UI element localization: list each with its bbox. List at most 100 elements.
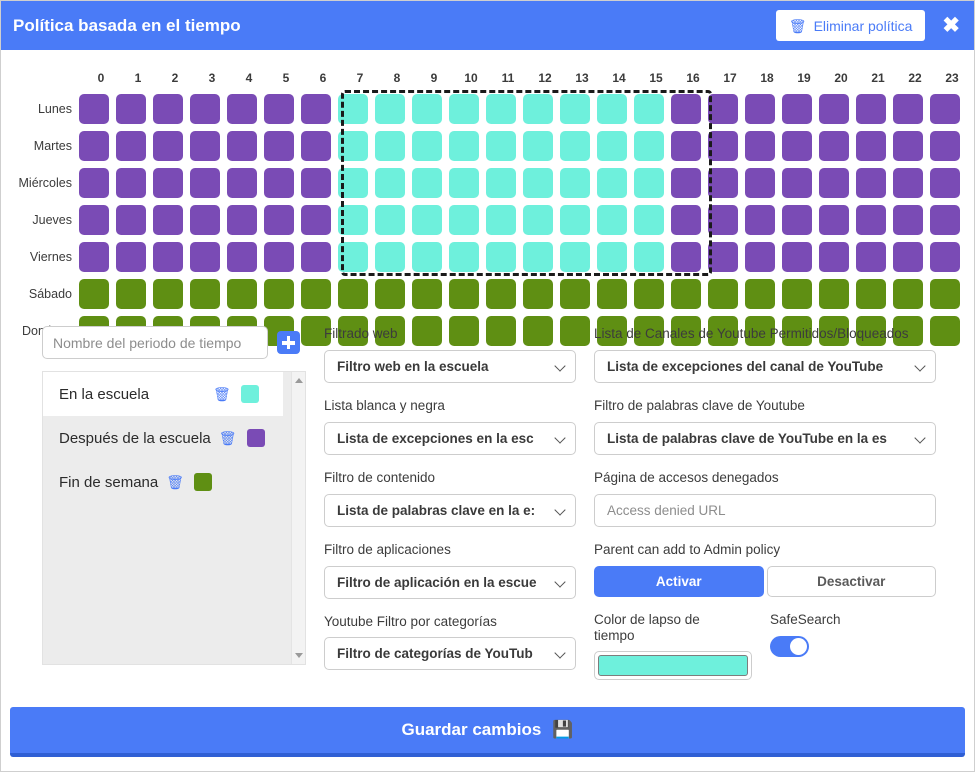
schedule-cell[interactable] (449, 131, 479, 161)
schedule-cell[interactable] (708, 242, 738, 272)
schedule-cell[interactable] (375, 94, 405, 124)
schedule-cell[interactable] (375, 131, 405, 161)
schedule-cell[interactable] (227, 131, 257, 161)
schedule-cell[interactable] (708, 94, 738, 124)
schedule-cell[interactable] (449, 279, 479, 309)
schedule-cell[interactable] (745, 242, 775, 272)
schedule-cell[interactable] (708, 131, 738, 161)
schedule-cell[interactable] (264, 242, 294, 272)
parent-policy-disable-button[interactable]: Desactivar (766, 565, 936, 597)
save-changes-button[interactable]: Guardar cambios 💾 (10, 707, 965, 757)
schedule-cell[interactable] (634, 279, 664, 309)
parent-policy-enable-button[interactable]: Activar (594, 565, 764, 597)
schedule-cell[interactable] (893, 94, 923, 124)
schedule-cell[interactable] (671, 205, 701, 235)
schedule-cell[interactable] (116, 168, 146, 198)
schedule-cell[interactable] (745, 94, 775, 124)
youtube-channels-select[interactable]: Lista de excepciones del canal de YouTub… (594, 349, 936, 383)
schedule-cell[interactable] (79, 94, 109, 124)
schedule-cell[interactable] (79, 168, 109, 198)
delete-period-icon[interactable]: 🗑 (213, 386, 231, 403)
schedule-cell[interactable] (486, 279, 516, 309)
delete-period-icon[interactable]: 🗑 (219, 430, 237, 447)
schedule-cell[interactable] (523, 131, 553, 161)
schedule-cell[interactable] (782, 205, 812, 235)
schedule-cell[interactable] (893, 131, 923, 161)
schedule-cell[interactable] (634, 168, 664, 198)
schedule-cell[interactable] (782, 131, 812, 161)
schedule-cell[interactable] (412, 279, 442, 309)
schedule-cell[interactable] (708, 205, 738, 235)
schedule-cell[interactable] (412, 168, 442, 198)
schedule-cell[interactable] (745, 131, 775, 161)
schedule-cell[interactable] (560, 168, 590, 198)
schedule-cell[interactable] (671, 131, 701, 161)
schedule-cell[interactable] (523, 279, 553, 309)
schedule-cell[interactable] (301, 205, 331, 235)
schedule-cell[interactable] (708, 279, 738, 309)
schedule-cell[interactable] (819, 242, 849, 272)
schedule-cell[interactable] (264, 94, 294, 124)
list-item[interactable]: Fin de semana 🗑 (43, 460, 305, 504)
period-color-swatch[interactable] (194, 473, 213, 491)
schedule-cell[interactable] (227, 168, 257, 198)
schedule-cell[interactable] (338, 94, 368, 124)
schedule-cell[interactable] (930, 279, 960, 309)
timespan-color-picker[interactable] (594, 651, 752, 681)
schedule-cell[interactable] (560, 131, 590, 161)
schedule-cell[interactable] (856, 279, 886, 309)
schedule-cell[interactable] (856, 205, 886, 235)
schedule-cell[interactable] (819, 94, 849, 124)
close-icon[interactable]: ✖ (942, 15, 960, 36)
schedule-cell[interactable] (301, 279, 331, 309)
list-item[interactable]: En la escuela 🗑 (43, 372, 283, 416)
schedule-cell[interactable] (153, 279, 183, 309)
schedule-cell[interactable] (190, 205, 220, 235)
period-list-scrollbar[interactable] (291, 372, 305, 664)
schedule-cell[interactable] (523, 94, 553, 124)
schedule-cell[interactable] (782, 94, 812, 124)
schedule-cell[interactable] (893, 205, 923, 235)
schedule-cell[interactable] (930, 242, 960, 272)
delete-period-icon[interactable]: 🗑 (166, 474, 184, 491)
schedule-cell[interactable] (264, 131, 294, 161)
schedule-cell[interactable] (264, 279, 294, 309)
schedule-cell[interactable] (301, 168, 331, 198)
schedule-cell[interactable] (523, 168, 553, 198)
youtube-keywords-select[interactable]: Lista de palabras clave de YouTube en la… (594, 421, 936, 455)
schedule-cell[interactable] (153, 131, 183, 161)
schedule-cell[interactable] (190, 279, 220, 309)
schedule-cell[interactable] (856, 168, 886, 198)
schedule-cell[interactable] (782, 168, 812, 198)
schedule-cell[interactable] (745, 205, 775, 235)
schedule-cell[interactable] (893, 168, 923, 198)
schedule-cell[interactable] (486, 131, 516, 161)
schedule-cell[interactable] (893, 242, 923, 272)
schedule-cell[interactable] (79, 205, 109, 235)
schedule-cell[interactable] (708, 168, 738, 198)
schedule-cell[interactable] (301, 94, 331, 124)
schedule-cell[interactable] (930, 205, 960, 235)
schedule-cell[interactable] (486, 168, 516, 198)
schedule-cell[interactable] (227, 94, 257, 124)
schedule-cell[interactable] (745, 279, 775, 309)
schedule-cell[interactable] (634, 131, 664, 161)
schedule-cell[interactable] (597, 168, 627, 198)
schedule-cell[interactable] (190, 131, 220, 161)
schedule-cell[interactable] (116, 131, 146, 161)
schedule-cell[interactable] (153, 205, 183, 235)
schedule-cell[interactable] (671, 279, 701, 309)
schedule-cell[interactable] (190, 94, 220, 124)
schedule-cell[interactable] (79, 279, 109, 309)
schedule-cell[interactable] (338, 242, 368, 272)
schedule-cell[interactable] (227, 279, 257, 309)
schedule-cell[interactable] (486, 242, 516, 272)
schedule-cell[interactable] (449, 168, 479, 198)
schedule-cell[interactable] (449, 242, 479, 272)
schedule-cell[interactable] (597, 131, 627, 161)
schedule-cell[interactable] (153, 242, 183, 272)
schedule-cell[interactable] (597, 205, 627, 235)
schedule-cell[interactable] (116, 205, 146, 235)
schedule-cell[interactable] (560, 205, 590, 235)
schedule-cell[interactable] (930, 131, 960, 161)
